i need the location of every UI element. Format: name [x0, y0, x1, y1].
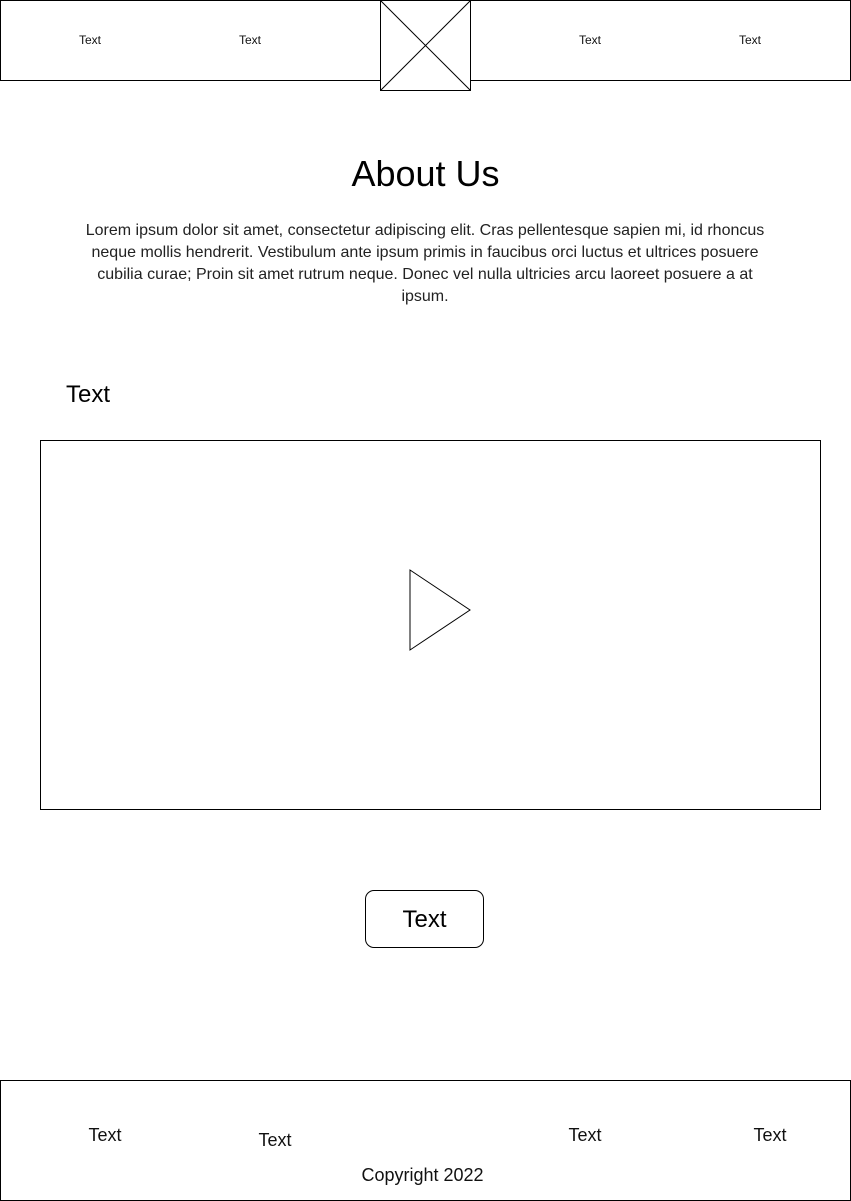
footer-link-2[interactable]: Text [235, 1129, 315, 1151]
footer-link-4[interactable]: Text [730, 1124, 810, 1146]
logo[interactable] [380, 0, 471, 91]
footer-link-1[interactable]: Text [65, 1124, 145, 1146]
nav-link-4[interactable]: Text [710, 33, 790, 47]
placeholder-image-icon [381, 1, 470, 90]
copyright-text: Copyright 2022 [361, 1165, 484, 1185]
nav-link-3[interactable]: Text [550, 33, 630, 47]
intro-paragraph: Lorem ipsum dolor sit amet, consectetur … [85, 222, 765, 305]
section-label: Text [66, 381, 111, 408]
footer-link-3[interactable]: Text [545, 1124, 625, 1146]
play-button[interactable] [409, 569, 472, 652]
nav-link-2[interactable]: Text [210, 33, 290, 47]
cta-button[interactable]: Text [365, 890, 484, 948]
play-icon [409, 569, 471, 651]
nav-link-1[interactable]: Text [50, 33, 130, 47]
page-title: About Us [351, 153, 500, 194]
